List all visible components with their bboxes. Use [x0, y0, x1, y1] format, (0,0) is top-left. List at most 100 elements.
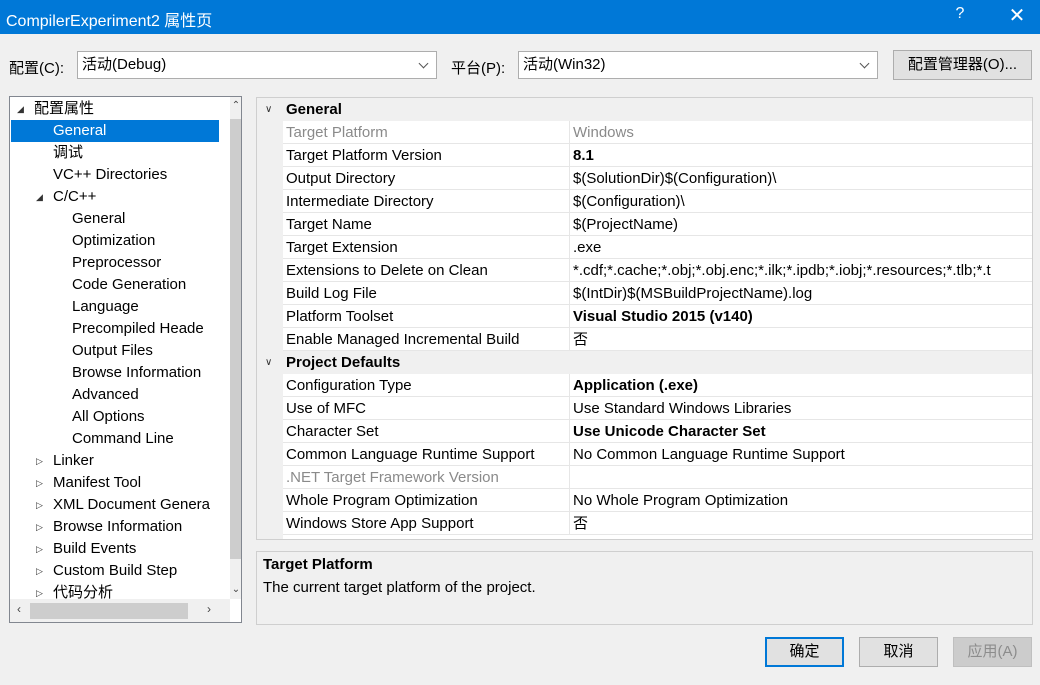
tree-item[interactable]: ◢ C/C++ — [10, 186, 230, 208]
tree-item[interactable]: ▷ Linker — [10, 450, 230, 472]
tree-item[interactable]: VC++ Directories — [10, 164, 230, 186]
tree-item[interactable]: Browse Information — [10, 362, 230, 384]
collapse-icon[interactable]: ◢ — [17, 98, 27, 120]
config-dropdown[interactable]: 活动(Debug) — [77, 51, 437, 79]
property-row[interactable]: Build Log File $(IntDir)$(MSBuildProjectN… — [283, 282, 1032, 305]
property-row[interactable]: Intermediate Directory $(Configuration)\ — [283, 190, 1032, 213]
expand-icon[interactable]: ▷ — [36, 538, 46, 560]
expand-icon[interactable]: ▷ — [36, 472, 46, 494]
property-value[interactable]: Use Standard Windows Libraries — [569, 397, 1032, 420]
expand-icon[interactable]: ▷ — [36, 494, 46, 516]
help-button[interactable]: ? — [950, 5, 970, 23]
expand-icon[interactable]: ▷ — [36, 516, 46, 538]
property-row[interactable]: Configuration Type Application (.exe) — [283, 374, 1032, 397]
tree-item[interactable]: Precompiled Heade — [10, 318, 230, 340]
tree-item[interactable]: ▷ Manifest Tool — [10, 472, 230, 494]
property-value[interactable]: No Whole Program Optimization — [569, 489, 1032, 512]
property-row[interactable]: Target Platform Version 8.1 — [283, 144, 1032, 167]
property-row[interactable]: Target Name $(ProjectName) — [283, 213, 1032, 236]
property-name: Build Log File — [286, 285, 377, 302]
scroll-up-icon[interactable]: ⌃ — [230, 97, 241, 115]
tree-item[interactable]: Output Files — [10, 340, 230, 362]
scroll-down-icon[interactable]: ⌄ — [230, 581, 241, 599]
chevron-down-icon — [418, 52, 430, 78]
property-row[interactable]: Character Set Use Unicode Character Set — [283, 420, 1032, 443]
tree-item-label: Browse Information — [53, 518, 183, 535]
tree-item[interactable]: Command Line — [10, 428, 230, 450]
property-row[interactable]: Platform Toolset Visual Studio 2015 (v140… — [283, 305, 1032, 328]
tree-item[interactable]: ▷ Build Events — [10, 538, 230, 560]
tree-horizontal-scrollbar[interactable]: ‹ › — [10, 599, 230, 622]
tree-item[interactable]: Code Generation — [10, 274, 230, 296]
property-row[interactable]: Extensions to Delete on Clean *.cdf;*.cac… — [283, 259, 1032, 282]
tree-item[interactable]: General — [11, 120, 219, 142]
tree-item[interactable]: ▷ XML Document Genera — [10, 494, 230, 516]
property-value[interactable]: Visual Studio 2015 (v140) — [569, 305, 1032, 328]
grid-category[interactable]: ∨ General — [257, 98, 1032, 121]
property-value[interactable]: 否 — [569, 512, 1032, 535]
property-value[interactable]: .exe — [569, 236, 1032, 259]
property-value[interactable]: Use Unicode Character Set — [569, 420, 1032, 443]
tree-item[interactable]: Preprocessor — [10, 252, 230, 274]
tree-item[interactable]: ▷ Custom Build Step — [10, 560, 230, 582]
config-manager-button[interactable]: 配置管理器(O)... — [893, 50, 1032, 80]
tree-item[interactable]: Language — [10, 296, 230, 318]
property-row[interactable]: Enable Managed Incremental Build 否 — [283, 328, 1032, 351]
tree-item-label: Build Events — [53, 540, 137, 557]
property-row[interactable]: Whole Program Optimization No Whole Progr… — [283, 489, 1032, 512]
tree-item[interactable]: All Options — [10, 406, 230, 428]
expand-icon[interactable]: ▷ — [36, 450, 46, 472]
property-row[interactable]: Common Language Runtime Support No Common… — [283, 443, 1032, 466]
property-value[interactable]: Application (.exe) — [569, 374, 1032, 397]
tree-item[interactable]: ◢ 配置属性 — [10, 98, 230, 120]
tree-item[interactable]: 调试 — [10, 142, 230, 164]
property-name: Target Name — [286, 216, 372, 233]
expand-icon[interactable]: ▷ — [36, 560, 46, 582]
property-value[interactable]: $(Configuration)\ — [569, 190, 1032, 213]
property-name: Whole Program Optimization — [286, 492, 478, 509]
property-row[interactable]: Target Extension .exe — [283, 236, 1032, 259]
property-tree[interactable]: ◢ 配置属性 General 调试 VC++ Directories ◢ C/C++ Gene… — [9, 96, 242, 623]
tree-vscroll-thumb[interactable] — [230, 119, 241, 559]
ok-button[interactable]: 确定 — [765, 637, 844, 667]
tree-hscroll-thumb[interactable] — [30, 603, 188, 619]
grid-category[interactable]: ∨ Project Defaults — [257, 351, 1032, 374]
cancel-button[interactable]: 取消 — [859, 637, 938, 667]
property-value[interactable]: $(SolutionDir)$(Configuration)\ — [569, 167, 1032, 190]
tree-item[interactable]: General — [10, 208, 230, 230]
collapse-icon[interactable]: ∨ — [265, 98, 272, 121]
property-value[interactable]: Windows — [569, 121, 1032, 144]
tree-item-label: Linker — [53, 452, 94, 469]
property-name: Target Platform Version — [286, 147, 442, 164]
tree-item[interactable]: Optimization — [10, 230, 230, 252]
property-value[interactable]: $(ProjectName) — [569, 213, 1032, 236]
tree-item[interactable]: ▷ Browse Information — [10, 516, 230, 538]
tree-vertical-scrollbar[interactable]: ⌃ ⌄ — [230, 97, 241, 599]
property-value[interactable]: No Common Language Runtime Support — [569, 443, 1032, 466]
scroll-right-icon[interactable]: › — [202, 602, 216, 620]
property-value[interactable]: $(IntDir)$(MSBuildProjectName).log — [569, 282, 1032, 305]
description-title: Target Platform — [263, 556, 373, 573]
property-value[interactable] — [569, 466, 1032, 489]
property-value[interactable]: 8.1 — [569, 144, 1032, 167]
property-row[interactable]: Use of MFC Use Standard Windows Libraries — [283, 397, 1032, 420]
property-value[interactable]: *.cdf;*.cache;*.obj;*.obj.enc;*.ilk;*.ip… — [569, 259, 1032, 282]
platform-dropdown[interactable]: 活动(Win32) — [518, 51, 878, 79]
property-name: Extensions to Delete on Clean — [286, 262, 488, 279]
property-name: .NET Target Framework Version — [286, 469, 499, 486]
property-grid[interactable]: ∨ General Target Platform Windows Target Pla… — [256, 97, 1033, 540]
tree-item[interactable]: Advanced — [10, 384, 230, 406]
property-value[interactable]: 否 — [569, 328, 1032, 351]
property-row[interactable]: Output Directory $(SolutionDir)$(Configur… — [283, 167, 1032, 190]
collapse-icon[interactable]: ∨ — [265, 351, 272, 374]
property-row[interactable]: Windows Store App Support 否 — [283, 512, 1032, 535]
tree-item-label: Optimization — [72, 232, 156, 249]
scroll-left-icon[interactable]: ‹ — [12, 602, 26, 620]
close-button[interactable]: ✕ — [1000, 2, 1034, 30]
collapse-icon[interactable]: ◢ — [36, 186, 46, 208]
property-row[interactable]: .NET Target Framework Version — [283, 466, 1032, 489]
tree-item-label: Code Generation — [72, 276, 187, 293]
property-name: Target Platform — [286, 124, 388, 141]
apply-button[interactable]: 应用(A) — [953, 637, 1032, 667]
property-row[interactable]: Target Platform Windows — [283, 121, 1032, 144]
